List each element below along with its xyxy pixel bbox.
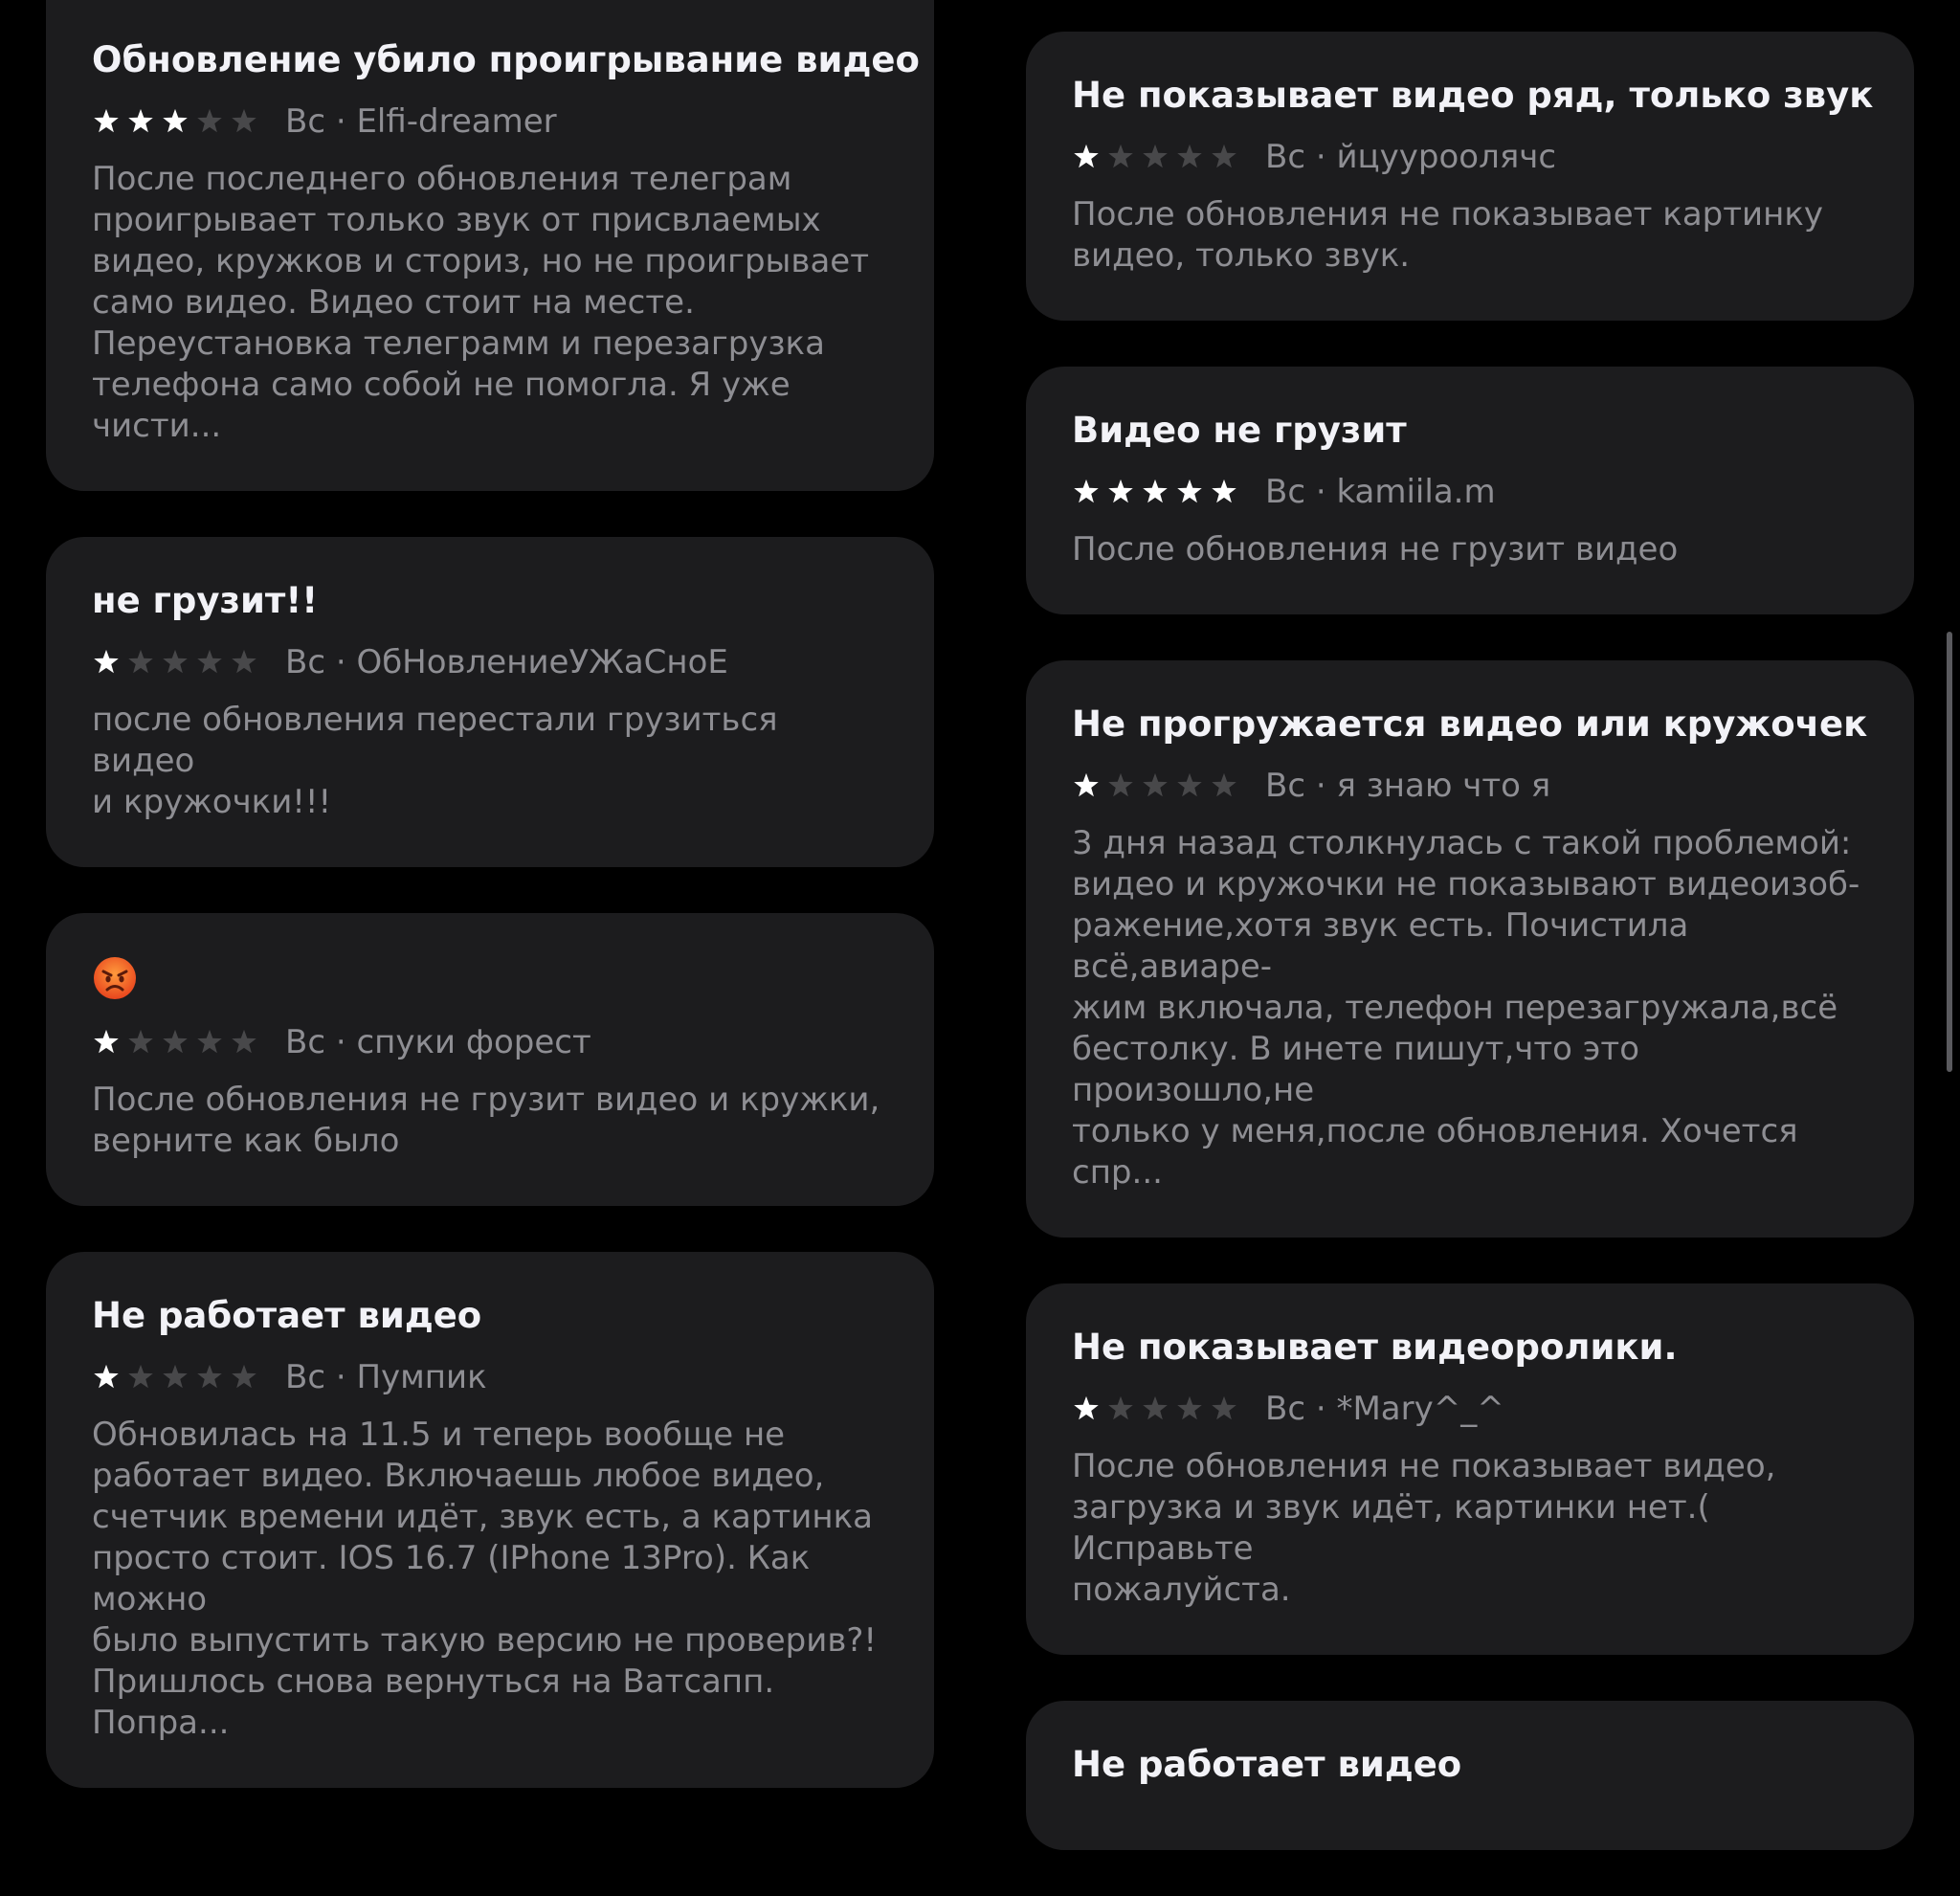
star-rating xyxy=(92,107,264,136)
star-empty-icon xyxy=(128,649,153,674)
star-rating xyxy=(92,1028,264,1057)
review-card[interactable]: Не показывает видео ряд, только звук Вс ·… xyxy=(1026,32,1914,321)
star-empty-icon xyxy=(232,108,256,133)
review-card[interactable]: не грузит!! Вс · ОбНовлениеУЖаСноЕ после о… xyxy=(46,537,934,867)
star-empty-icon xyxy=(232,1364,256,1389)
review-meta: Вс · kamiila.m xyxy=(1072,472,1868,512)
star-rating xyxy=(92,648,264,677)
scrollbar[interactable] xyxy=(1947,632,1952,1072)
star-filled-icon xyxy=(128,108,153,133)
star-filled-icon xyxy=(1143,479,1168,503)
review-date-author: Вс · Пумпик xyxy=(285,1358,487,1396)
review-meta: Вс · ОбНовлениеУЖаСноЕ xyxy=(92,642,888,682)
review-body: После обновления не грузит видео xyxy=(1072,530,1679,569)
star-filled-icon xyxy=(1074,479,1099,503)
star-empty-icon xyxy=(1143,1395,1168,1420)
star-filled-icon xyxy=(94,108,119,133)
star-empty-icon xyxy=(1177,144,1202,168)
star-empty-icon xyxy=(128,1364,153,1389)
review-date-author: Вс · спуки форест xyxy=(285,1023,591,1061)
review-body: Обновилась на 11.5 и теперь вообще не ра… xyxy=(92,1416,878,1742)
star-filled-icon xyxy=(94,1029,119,1054)
review-title: Видео не грузит xyxy=(1072,410,1407,451)
review-date-author: Вс · йцуурoолячс xyxy=(1265,138,1557,176)
reviews-column-right: Не показывает видео ряд, только звук Вс ·… xyxy=(1026,32,1914,1896)
star-rating xyxy=(1072,478,1244,506)
review-title: Не прогружается видео или кружочек xyxy=(1072,703,1868,745)
angry-face-emoji-icon xyxy=(92,955,888,1007)
review-card[interactable]: Не работает видео xyxy=(1026,1701,1914,1850)
review-body: После обновления не грузит видео и кружк… xyxy=(92,1081,880,1160)
star-empty-icon xyxy=(163,649,188,674)
star-empty-icon xyxy=(197,1364,222,1389)
star-empty-icon xyxy=(1108,1395,1133,1420)
review-title: Обновление убило проигрывание видео xyxy=(92,39,920,80)
review-card[interactable]: Вс · спуки форест После обновления не гру… xyxy=(46,913,934,1206)
star-filled-icon xyxy=(163,108,188,133)
star-empty-icon xyxy=(232,649,256,674)
review-date-author: Вс · ОбНовлениеУЖаСноЕ xyxy=(285,643,728,681)
star-empty-icon xyxy=(1212,1395,1236,1420)
star-empty-icon xyxy=(197,1029,222,1054)
review-card[interactable]: Видео не грузит Вс · kamiila.m После обнов… xyxy=(1026,367,1914,614)
star-empty-icon xyxy=(1108,772,1133,797)
star-rating xyxy=(1072,771,1244,800)
star-filled-icon xyxy=(1108,479,1133,503)
review-body: 3 дня назад столкнулась с такой проблемо… xyxy=(1072,824,1860,1192)
review-meta: Вс · Пумпик xyxy=(92,1357,888,1397)
review-card[interactable]: Обновление убило проигрывание видео Вс · … xyxy=(46,0,934,491)
review-body: После последнего обновления телеграм про… xyxy=(92,160,869,445)
star-rating xyxy=(1072,143,1244,171)
star-empty-icon xyxy=(163,1029,188,1054)
star-filled-icon xyxy=(1074,144,1099,168)
review-meta: Вс · спуки форест xyxy=(92,1022,888,1062)
review-title: Не работает видео xyxy=(92,1295,482,1336)
star-filled-icon xyxy=(94,1364,119,1389)
star-empty-icon xyxy=(1143,144,1168,168)
star-filled-icon xyxy=(1212,479,1236,503)
review-date-author: Вс · *Mary^_^ xyxy=(1265,1390,1504,1428)
star-empty-icon xyxy=(1177,772,1202,797)
star-empty-icon xyxy=(128,1029,153,1054)
review-title: Не работает видео xyxy=(1072,1744,1462,1785)
review-title: Не показывает видеоролики. xyxy=(1072,1327,1678,1368)
review-body: После обновления не показывает картинку … xyxy=(1072,195,1824,275)
star-empty-icon xyxy=(1212,144,1236,168)
star-empty-icon xyxy=(1143,772,1168,797)
star-empty-icon xyxy=(163,1364,188,1389)
review-meta: Вс · Elfi-dreamer xyxy=(92,101,888,142)
reviews-column-left: Обновление убило проигрывание видео Вс · … xyxy=(46,0,934,1834)
review-date-author: Вс · Elfi-dreamer xyxy=(285,102,557,141)
star-empty-icon xyxy=(1177,1395,1202,1420)
star-empty-icon xyxy=(197,108,222,133)
star-filled-icon xyxy=(1074,1395,1099,1420)
review-card[interactable]: Не работает видео Вс · Пумпик Обновилась н… xyxy=(46,1252,934,1788)
review-date-author: Вс · kamiila.m xyxy=(1265,473,1496,511)
review-meta: Вс · йцуурoолячс xyxy=(1072,137,1868,177)
star-filled-icon xyxy=(1177,479,1202,503)
star-empty-icon xyxy=(232,1029,256,1054)
star-empty-icon xyxy=(1108,144,1133,168)
star-filled-icon xyxy=(1074,772,1099,797)
review-title: Не показывает видео ряд, только звук xyxy=(1072,75,1874,116)
review-body: после обновления перестали грузиться вид… xyxy=(92,701,778,821)
star-empty-icon xyxy=(1212,772,1236,797)
review-date-author: Вс · я знаю что я xyxy=(1265,767,1551,805)
star-filled-icon xyxy=(94,649,119,674)
review-meta: Вс · *Mary^_^ xyxy=(1072,1389,1868,1429)
review-body: После обновления не показывает видео, за… xyxy=(1072,1447,1776,1609)
review-card[interactable]: Не показывает видеоролики. Вс · *Mary^_^ П… xyxy=(1026,1283,1914,1655)
star-rating xyxy=(92,1363,264,1392)
review-meta: Вс · я знаю что я xyxy=(1072,766,1868,806)
review-title: не грузит!! xyxy=(92,580,319,621)
star-empty-icon xyxy=(197,649,222,674)
review-card[interactable]: Не прогружается видео или кружочек Вс · я… xyxy=(1026,660,1914,1238)
star-rating xyxy=(1072,1394,1244,1423)
